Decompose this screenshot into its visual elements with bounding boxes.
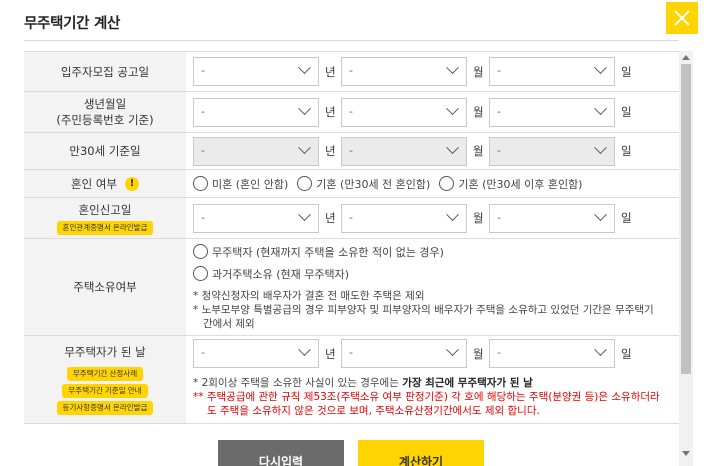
radio-circle-icon [193, 176, 208, 191]
age30-date-selects: - 년 - 월 - 일 [193, 136, 679, 166]
reset-button[interactable]: 다시입력 [218, 440, 344, 466]
age30-day-select: - [489, 136, 615, 166]
calculate-button[interactable]: 계산하기 [358, 440, 484, 466]
ownership-note-1: * 청약신청자의 배우자가 결혼 전 매도한 주택은 제외 [193, 289, 425, 302]
report-day-select[interactable]: - [489, 203, 615, 233]
birth-date-selects: - 년 - 월 - 일 [193, 97, 679, 127]
row-homeless-date: 무주택자가 된 날 무주택기간 산정사례 무주택기간 기준일 안내 등기사항증명… [24, 335, 679, 424]
chevron-down-icon [298, 207, 311, 221]
homeless-date-label: 무주택자가 된 날 무주택기간 산정사례 무주택기간 기준일 안내 등기사항증명… [24, 335, 186, 424]
row-marriage: 혼인 여부! 미혼 (혼인 안함) 기혼 (만30세 전 혼인함) 기혼 (만3… [24, 169, 679, 198]
chevron-down-icon [446, 140, 459, 154]
report-year-select[interactable]: - [193, 203, 319, 233]
age30-date-label: 만30세 기준일 [24, 132, 186, 170]
row-age30-date: 만30세 기준일 - 년 - 월 - 일 [24, 132, 679, 170]
action-buttons: 다시입력 계산하기 [218, 440, 485, 466]
ownership-past-radio[interactable]: 과거주택소유 (현재 무주택자) [193, 266, 670, 282]
homeless-note-1: * 2회이상 주택을 소유한 사실이 있는 경우에는 가장 최근에 무주택자가 … [193, 377, 533, 389]
notice-year-select[interactable]: - [193, 57, 319, 86]
chevron-down-icon [446, 207, 459, 221]
row-ownership: 주택소유여부 무주택자 (현재까지 주택을 소유한 적이 없는 경우) 과거주택… [24, 238, 679, 336]
homeless-year-select[interactable]: - [193, 339, 319, 368]
birth-year-select[interactable]: - [193, 97, 319, 127]
row-marriage-report: 혼인신고일 혼인관계증명서 온라인발급 - 년 - 월 - 일 [24, 197, 679, 239]
chevron-down-icon [594, 207, 607, 221]
chevron-down-icon [298, 101, 311, 115]
chevron-down-icon [298, 61, 311, 75]
radio-circle-icon [193, 244, 208, 259]
radio-circle-icon [439, 176, 455, 191]
age30-year-select: - [193, 136, 319, 166]
registry-certificate-button[interactable]: 등기사항증명서 온라인발급 [56, 401, 154, 415]
ownership-label: 주택소유여부 [24, 238, 186, 336]
scroll-down-icon[interactable] [682, 451, 690, 456]
birth-day-select[interactable]: - [489, 97, 615, 127]
close-icon[interactable] [666, 2, 698, 34]
chevron-down-icon [298, 343, 311, 357]
scrollbar-thumb[interactable] [681, 64, 691, 374]
ownership-never-radio[interactable]: 무주택자 (현재까지 주택을 소유한 적이 없는 경우) [193, 244, 670, 260]
radio-circle-icon [193, 266, 208, 281]
scroll-up-icon[interactable] [682, 55, 690, 60]
chevron-down-icon [594, 101, 607, 115]
homeless-guide-button[interactable]: 무주택기간 기준일 안내 [62, 384, 148, 398]
radio-circle-icon [297, 176, 313, 191]
ownership-note-2: * 노부모부양 특별공급의 경우 피부양자 및 피부양자의 배우자가 주택을 소… [193, 303, 654, 316]
homeless-day-select[interactable]: - [489, 339, 615, 368]
homeless-period-form: 입주자모집 공고일 - 년 - 월 - 일 생년월일 (주민등록번호 기준) - [24, 51, 679, 424]
header-divider [24, 40, 679, 41]
row-notice-date: 입주자모집 공고일 - 년 - 월 - 일 [24, 51, 679, 92]
row-birth-date: 생년월일 (주민등록번호 기준) - 년 - 월 - 일 [24, 91, 679, 133]
notice-month-select[interactable]: - [341, 57, 467, 86]
marriage-report-label: 혼인신고일 혼인관계증명서 온라인발급 [24, 197, 186, 239]
ownership-note-3: 간에서 제외 [203, 317, 255, 330]
vertical-scrollbar[interactable] [679, 51, 693, 466]
marriage-report-selects: - 년 - 월 - 일 [193, 203, 679, 233]
birth-date-label: 생년월일 (주민등록번호 기준) [24, 91, 186, 133]
marriage-radio-group: 미혼 (혼인 안함) 기혼 (만30세 전 혼인함) 기혼 (만30세 이후 혼… [193, 176, 679, 192]
modal-header: 무주택기간 계산 [0, 0, 713, 42]
chevron-down-icon [298, 140, 311, 154]
form-scroll-area: 입주자모집 공고일 - 년 - 월 - 일 생년월일 (주민등록번호 기준) - [24, 51, 679, 466]
notice-date-label: 입주자모집 공고일 [24, 51, 186, 92]
notice-day-select[interactable]: - [489, 57, 615, 86]
chevron-down-icon [594, 343, 607, 357]
birth-month-select[interactable]: - [341, 97, 467, 127]
marriage-single-radio[interactable]: 미혼 (혼인 안함) [193, 176, 288, 192]
chevron-down-icon [594, 61, 607, 75]
marriage-after30-radio[interactable]: 기혼 (만30세 이후 혼인함) [439, 176, 582, 192]
chevron-down-icon [594, 140, 607, 154]
homeless-case-button[interactable]: 무주택기간 산정사례 [66, 367, 144, 381]
homeless-month-select[interactable]: - [341, 339, 467, 368]
marriage-certificate-button[interactable]: 혼인관계증명서 온라인발급 [56, 220, 154, 235]
homeless-note-3: 도 주택을 소유하지 않은 것으로 보며, 주택소유산정기간에서도 제외 합니다… [207, 405, 540, 417]
marriage-label: 혼인 여부! [24, 169, 186, 198]
marriage-before30-radio[interactable]: 기혼 (만30세 전 혼인함) [297, 176, 430, 192]
homeless-date-selects: - 년 - 월 - 일 [193, 339, 679, 368]
warning-icon[interactable]: ! [124, 177, 139, 191]
report-month-select[interactable]: - [341, 203, 467, 233]
modal-title: 무주택기간 계산 [24, 16, 121, 32]
chevron-down-icon [446, 343, 459, 357]
chevron-down-icon [446, 61, 459, 75]
notice-date-selects: - 년 - 월 - 일 [193, 57, 679, 86]
age30-month-select: - [341, 136, 467, 166]
homeless-note-2: ** 주택공급에 관한 규칙 제53조(주택소유 여부 판정기준) 각 호에 해… [193, 391, 660, 403]
chevron-down-icon [446, 101, 459, 115]
